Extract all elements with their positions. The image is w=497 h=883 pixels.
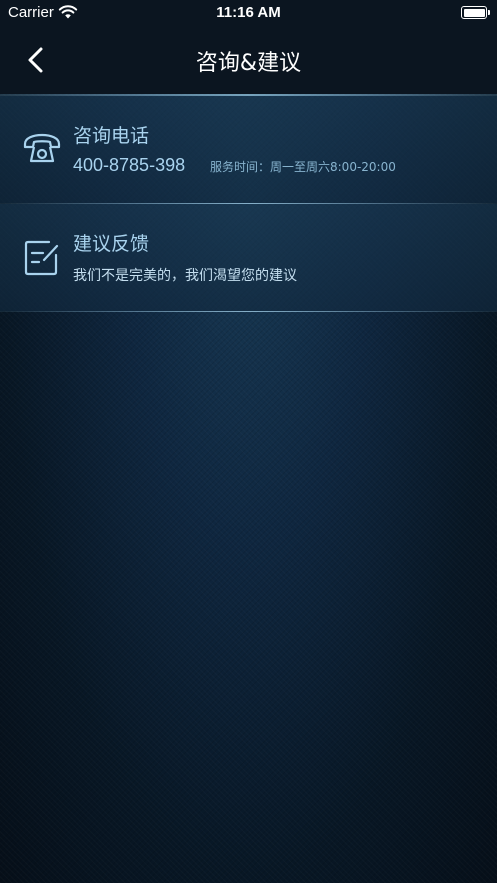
consult-phone-title: 咨询电话 — [73, 125, 150, 147]
navigation-bar: 咨询&建议 — [0, 26, 497, 94]
feedback-item[interactable]: 建议反馈 我们不是完美的，我们渴望您的建议 — [0, 204, 497, 311]
telephone-icon — [23, 133, 61, 163]
edit-note-icon — [24, 240, 59, 276]
consult-phone-item[interactable]: 咨询电话 400-8785-398 服务时间：周一至周六8:00-20:00 — [0, 96, 497, 203]
feedback-subtitle: 我们不是完美的，我们渴望您的建议 — [73, 268, 297, 284]
battery-icon — [461, 6, 490, 19]
status-time: 11:16 AM — [216, 4, 281, 21]
status-bar: Carrier 11:16 AM — [0, 0, 497, 26]
phone-number[interactable]: 400-8785-398 — [73, 155, 185, 176]
feedback-title: 建议反馈 — [73, 233, 150, 255]
service-hours: 服务时间：周一至周六8:00-20:00 — [210, 160, 396, 174]
item-divider — [0, 311, 497, 312]
page-title: 咨询&建议 — [195, 51, 302, 76]
